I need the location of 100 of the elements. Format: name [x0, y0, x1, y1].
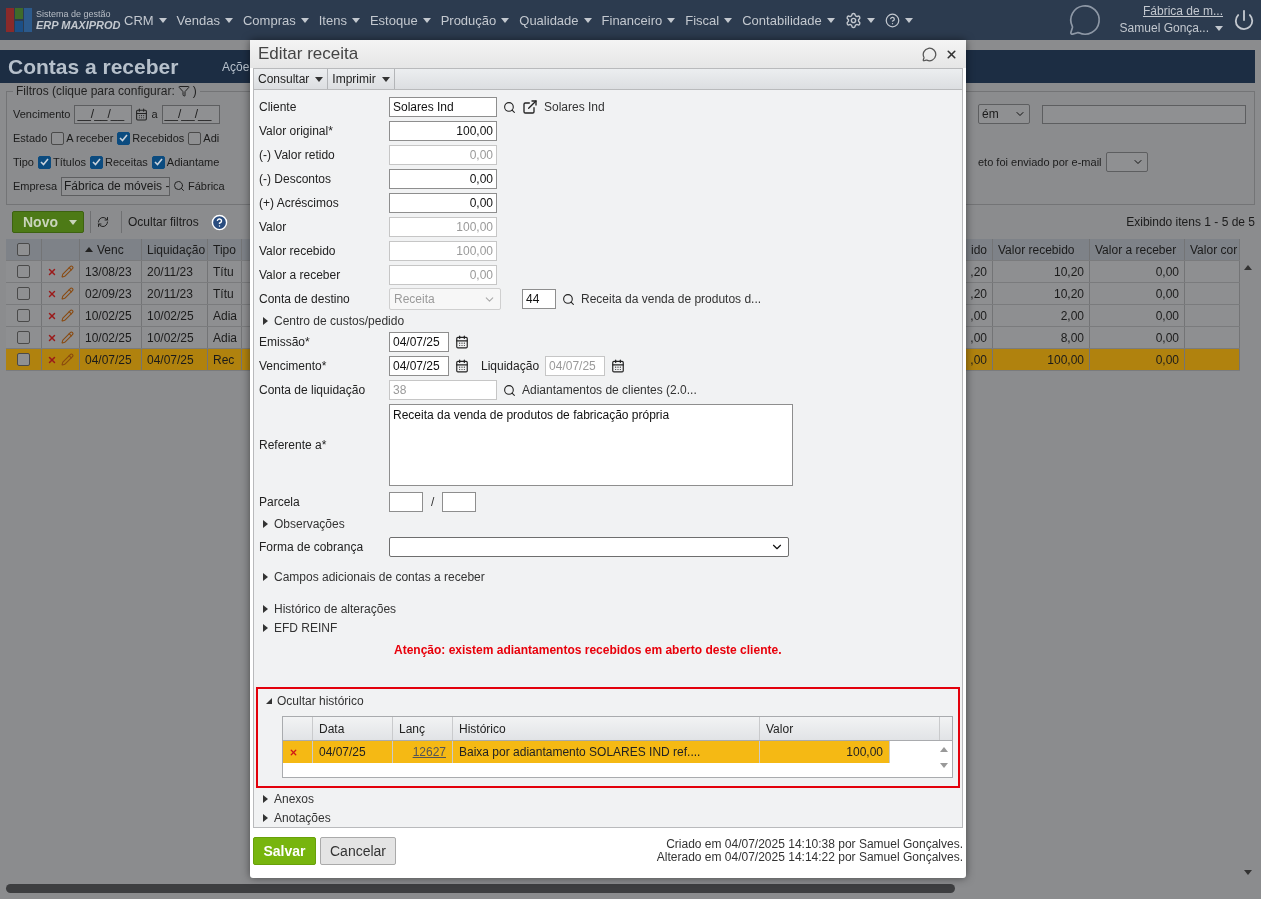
section-toggle[interactable]: Anotações: [259, 808, 957, 827]
nav-menu-item[interactable]: Produção: [440, 12, 510, 28]
column-header[interactable]: Lanç: [393, 717, 453, 740]
section-toggle[interactable]: Observações: [259, 514, 957, 533]
calendar-icon[interactable]: [455, 335, 469, 349]
column-header[interactable]: Tipo: [208, 239, 242, 260]
history-row[interactable]: 04/07/25 12627 Baixa por adiantamento SOLARES IND ref.... 100,00: [283, 741, 952, 763]
value-field[interactable]: 0,00: [389, 193, 497, 213]
checkbox[interactable]: [17, 331, 30, 344]
edit-icon[interactable]: [61, 287, 74, 300]
column-header[interactable]: Venc: [80, 239, 142, 260]
column-header[interactable]: Valor: [760, 717, 940, 740]
checkbox[interactable]: [90, 155, 103, 169]
help-icon[interactable]: [210, 213, 228, 231]
table-cell: 04/07/25: [80, 349, 142, 370]
settings-menu[interactable]: [844, 11, 875, 29]
filter-label: Tipo: [13, 156, 34, 168]
date-field[interactable]: 04/07/25: [389, 332, 449, 352]
history-toggle[interactable]: Ocultar histórico: [262, 691, 953, 710]
external-link-icon[interactable]: [522, 99, 538, 115]
calendar-icon[interactable]: [455, 359, 469, 373]
checkbox[interactable]: [188, 131, 202, 145]
scroll-down-icon: [940, 763, 948, 768]
column-header[interactable]: Liquidação: [142, 239, 208, 260]
nav-menu-item[interactable]: Fiscal: [685, 12, 733, 28]
delete-icon[interactable]: [47, 266, 57, 277]
section-toggle[interactable]: Campos adicionais de contas a receber: [259, 567, 957, 586]
edit-icon[interactable]: [61, 309, 74, 322]
nav-menu-item[interactable]: Financeiro: [601, 12, 676, 28]
table-cell: 100,00: [760, 741, 890, 763]
checkbox[interactable]: [17, 265, 30, 278]
column-header[interactable]: Valor a receber: [1090, 239, 1185, 260]
cancel-button[interactable]: Cancelar: [320, 837, 396, 865]
checkbox[interactable]: [38, 155, 51, 169]
date-field[interactable]: __/__/__: [74, 104, 133, 124]
search-icon[interactable]: [503, 100, 516, 114]
section-toggle[interactable]: Anexos: [259, 789, 957, 808]
checkbox[interactable]: [117, 131, 131, 145]
chat-icon[interactable]: [1067, 3, 1102, 37]
nav-menu-item[interactable]: Qualidade: [519, 12, 592, 28]
dialog-menu-button[interactable]: Imprimir: [328, 69, 395, 89]
edit-icon[interactable]: [61, 265, 74, 278]
column-header[interactable]: Histórico: [453, 717, 760, 740]
filter-icon[interactable]: [177, 85, 190, 97]
filters-legend[interactable]: Filtros (clique para configurar:: [16, 84, 175, 98]
column-header[interactable]: Valor recebido: [993, 239, 1090, 260]
nav-menu-item[interactable]: Compras: [243, 12, 309, 28]
section-toggle[interactable]: EFD REINF: [259, 618, 957, 637]
section-toggle[interactable]: Centro de custos/pedido: [259, 311, 957, 330]
dialog-menu-button[interactable]: Consultar: [254, 69, 329, 89]
installment-field[interactable]: [442, 492, 477, 512]
section-toggle[interactable]: Histórico de alterações: [259, 599, 957, 618]
hide-filters-button[interactable]: Ocultar filtros: [121, 211, 205, 233]
checkbox[interactable]: [17, 309, 30, 322]
actions-menu[interactable]: Açõe: [222, 59, 250, 74]
delete-icon[interactable]: [47, 354, 57, 365]
delete-icon[interactable]: [289, 747, 298, 757]
calendar-icon[interactable]: [611, 359, 626, 373]
field-label: (-) Descontos: [259, 172, 333, 186]
user-name[interactable]: Samuel Gonça...: [1119, 20, 1209, 37]
close-icon[interactable]: [945, 47, 958, 61]
table-cell: 10/02/25: [80, 327, 142, 348]
value-field[interactable]: 100,00: [389, 121, 497, 141]
date-field[interactable]: 04/07/25: [389, 356, 449, 376]
item-count: Exibindo itens 1 - 5 de 5: [1126, 215, 1255, 229]
filter-input[interactable]: [1042, 104, 1246, 124]
text-area[interactable]: Receita da venda de produtos de fabricação própria: [389, 404, 793, 486]
checkbox[interactable]: [151, 155, 165, 169]
checkbox[interactable]: [17, 287, 30, 300]
company-link[interactable]: Fábrica de m...: [1142, 3, 1223, 20]
edit-icon[interactable]: [61, 353, 74, 366]
brand-name: ERP MAXIPROD: [36, 20, 121, 31]
filter-select[interactable]: ém: [978, 104, 1030, 124]
filter-label: eto foi enviado por e-mail: [978, 156, 1102, 168]
nav-menu-item[interactable]: Contabilidade: [742, 12, 835, 28]
filter-select[interactable]: [1105, 152, 1148, 172]
nav-menu-item[interactable]: Vendas: [176, 12, 233, 28]
comment-icon[interactable]: [922, 46, 937, 62]
billing-select[interactable]: [389, 537, 789, 557]
checkbox[interactable]: [17, 243, 30, 256]
delete-icon[interactable]: [47, 310, 57, 321]
power-icon[interactable]: [1233, 9, 1255, 31]
search-icon[interactable]: [503, 383, 516, 397]
edit-icon[interactable]: [61, 331, 74, 344]
installment-field[interactable]: [389, 492, 423, 512]
checkbox[interactable]: [17, 353, 30, 366]
client-field[interactable]: Solares Ind: [389, 97, 497, 117]
nav-menu-item[interactable]: CRM: [124, 12, 167, 28]
delete-icon[interactable]: [47, 288, 57, 299]
account-code-field[interactable]: 44: [522, 289, 556, 309]
help-menu[interactable]: [884, 12, 913, 28]
checkbox[interactable]: [51, 131, 65, 145]
nav-menu-item[interactable]: Estoque: [369, 12, 431, 28]
date-field[interactable]: __/__/__: [161, 104, 220, 124]
nav-menu-item[interactable]: Itens: [318, 12, 360, 28]
company-field[interactable]: Fábrica de móveis -: [61, 176, 171, 196]
column-header[interactable]: Data: [313, 717, 393, 740]
value-field[interactable]: 0,00: [389, 169, 497, 189]
search-icon[interactable]: [562, 292, 575, 306]
delete-icon[interactable]: [47, 332, 57, 343]
